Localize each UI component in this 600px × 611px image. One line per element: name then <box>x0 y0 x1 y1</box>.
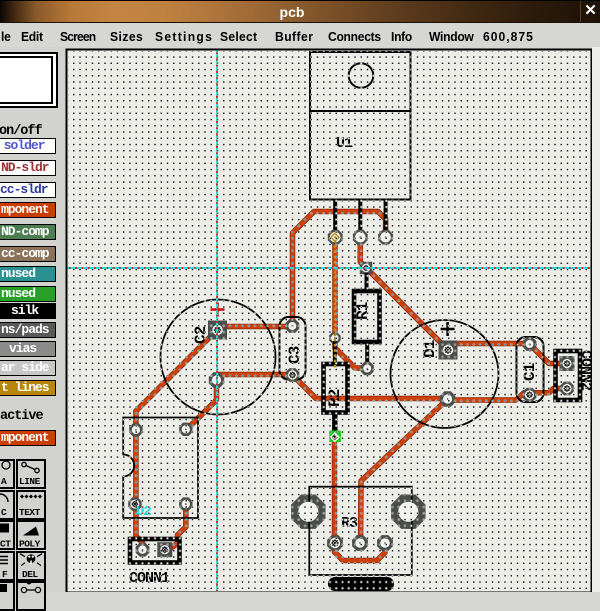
svg-text:C3: C3 <box>286 346 304 364</box>
svg-text:F: F <box>2 569 8 580</box>
svg-text:C1: C1 <box>521 363 539 381</box>
svg-text:CONN1: CONN1 <box>129 570 170 587</box>
svg-text:POLY: POLY <box>19 539 41 550</box>
svg-text:A: A <box>1 476 7 487</box>
svg-text:D1: D1 <box>421 340 439 358</box>
svg-text:R3: R3 <box>341 515 358 532</box>
svg-text:CT: CT <box>0 539 11 550</box>
svg-text:U1: U1 <box>336 135 353 152</box>
svg-text:U2: U2 <box>136 504 151 520</box>
svg-text:C2: C2 <box>192 326 210 344</box>
svg-text:R1: R1 <box>354 302 372 320</box>
svg-text:LINE: LINE <box>19 476 41 487</box>
svg-text:TEXT: TEXT <box>19 507 41 518</box>
svg-text:R2: R2 <box>326 389 344 407</box>
svg-text:C: C <box>1 507 7 518</box>
svg-text:DEL: DEL <box>22 569 38 580</box>
